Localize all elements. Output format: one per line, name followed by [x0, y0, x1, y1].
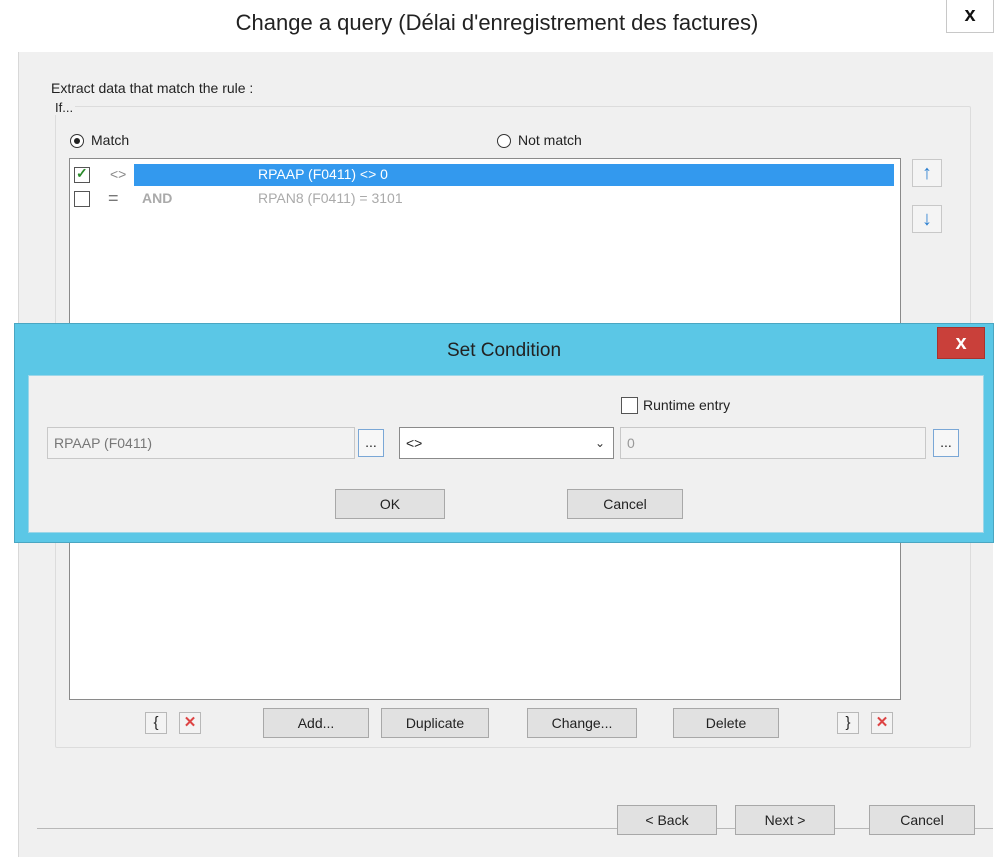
- back-button[interactable]: < Back: [617, 805, 717, 835]
- separator: [37, 828, 993, 829]
- modal-body: Runtime entry RPAAP (F0411) ... <> ⌄ 0 .…: [28, 375, 984, 533]
- change-button[interactable]: Change...: [527, 708, 637, 738]
- ok-button[interactable]: OK: [335, 489, 445, 519]
- modal-title: Set Condition: [446, 340, 562, 361]
- remove-icon: ✕: [875, 714, 889, 731]
- runtime-entry-checkbox[interactable]: [621, 397, 638, 414]
- field-browse-button[interactable]: ...: [358, 429, 384, 457]
- row-operator: <>: [110, 166, 127, 182]
- modal-close-button[interactable]: x: [937, 327, 985, 359]
- close-brace-icon: }: [845, 714, 851, 731]
- row-operator: =: [108, 188, 119, 208]
- next-button[interactable]: Next >: [735, 805, 835, 835]
- condition-row[interactable]: = AND RPAN8 (F0411) = 3101: [70, 187, 896, 211]
- dialog-title: Change a query (Délai d'enregistrement d…: [235, 10, 759, 35]
- if-group-label: If...: [55, 100, 76, 115]
- move-down-button[interactable]: ↓: [912, 205, 942, 233]
- arrow-down-icon: ↓: [922, 208, 932, 230]
- chevron-down-icon: ⌄: [594, 436, 605, 450]
- cancel-button[interactable]: Cancel: [869, 805, 975, 835]
- field-input[interactable]: RPAAP (F0411): [47, 427, 355, 459]
- modal-cancel-button[interactable]: Cancel: [567, 489, 683, 519]
- duplicate-button[interactable]: Duplicate: [381, 708, 489, 738]
- operator-select[interactable]: <> ⌄: [399, 427, 614, 459]
- row-conjunction: AND: [142, 190, 173, 206]
- match-label: Match: [91, 132, 130, 148]
- set-condition-dialog: Set Condition x Runtime entry RPAAP (F04…: [14, 323, 994, 543]
- not-match-radio[interactable]: [497, 134, 511, 148]
- open-brace-icon: {: [153, 714, 159, 731]
- row-highlight: [134, 164, 894, 186]
- not-match-label: Not match: [518, 132, 582, 148]
- arrow-up-icon: ↑: [922, 162, 932, 184]
- condition-row[interactable]: ✓ <> RPAAP (F0411) <> 0: [70, 163, 896, 187]
- close-button[interactable]: x: [946, 0, 994, 33]
- value-input[interactable]: 0: [620, 427, 926, 459]
- value-browse-button[interactable]: ...: [933, 429, 959, 457]
- remove-icon: ✕: [183, 714, 197, 731]
- row-expression: RPAAP (F0411) <> 0: [258, 166, 388, 182]
- add-button[interactable]: Add...: [263, 708, 369, 738]
- open-brace-button[interactable]: {: [145, 712, 167, 734]
- remove-close-brace-button[interactable]: ✕: [871, 712, 893, 734]
- operator-value: <>: [406, 435, 423, 451]
- runtime-entry-label: Runtime entry: [643, 397, 731, 413]
- delete-button[interactable]: Delete: [673, 708, 779, 738]
- title-bar: Change a query (Délai d'enregistrement d…: [0, 0, 994, 50]
- condition-checkbox[interactable]: [74, 191, 90, 207]
- match-radio[interactable]: [70, 134, 84, 148]
- condition-checkbox[interactable]: ✓: [74, 165, 90, 183]
- close-brace-button[interactable]: }: [837, 712, 859, 734]
- rule-instruction: Extract data that match the rule :: [51, 80, 254, 96]
- row-expression: RPAN8 (F0411) = 3101: [258, 190, 403, 206]
- move-up-button[interactable]: ↑: [912, 159, 942, 187]
- remove-open-brace-button[interactable]: ✕: [179, 712, 201, 734]
